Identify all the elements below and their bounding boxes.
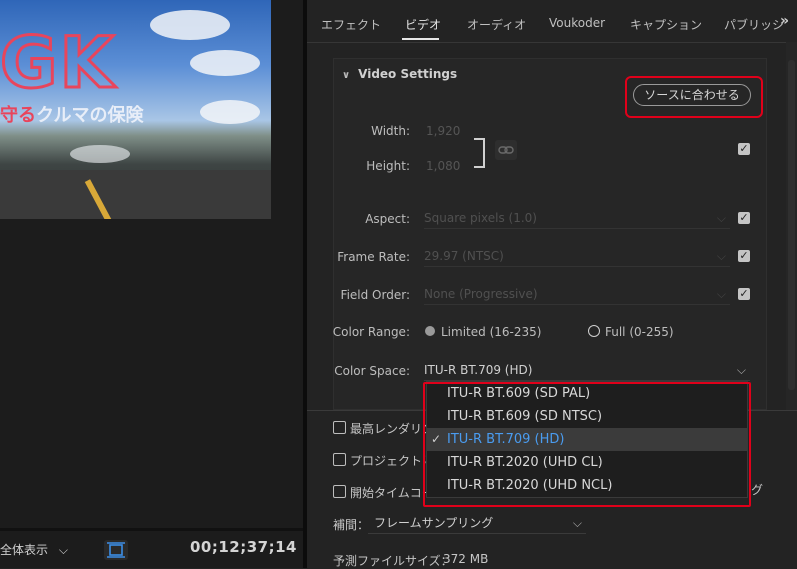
preview-caption-rest: クルマの保険 (36, 105, 144, 126)
trailing-label-suffix: グ (751, 483, 764, 497)
height-label: Height: (366, 159, 410, 173)
video-preview: GK 守るクルマの保険 (0, 0, 271, 219)
color-space-select[interactable]: ITU-R BT.709 (HD) ⌵ (424, 360, 750, 381)
preview-caption-red: 守る (0, 105, 36, 126)
aspect-value: Square pixels (1.0) (424, 211, 537, 225)
field-order-label: Field Order: (340, 288, 410, 302)
chevron-down-icon: ⌵ (716, 287, 726, 301)
video-settings-title: Video Settings (358, 67, 458, 81)
collapse-chevron-icon[interactable]: ∨ (342, 70, 350, 81)
start-timecode-label: 開始タイムコー (350, 486, 434, 500)
tab-voukoder[interactable]: Voukoder (549, 16, 605, 30)
interpolation-label: 補間： (333, 518, 370, 532)
width-label: Width: (371, 124, 410, 138)
chevron-down-icon: ⌵ (736, 363, 746, 377)
color-space-label: Color Space: (334, 364, 410, 378)
tab-captions[interactable]: キャプション (630, 16, 702, 33)
dimensions-match-checkbox[interactable]: ✓ (738, 143, 750, 155)
max-render-quality-label: 最高レンダリン (350, 422, 435, 436)
playhead-timecode[interactable]: 00;12;37;14 (190, 538, 297, 556)
chevron-down-icon: ⌵ (716, 249, 726, 263)
project-label: プロジェクトに (350, 454, 435, 468)
more-tabs-icon[interactable]: » (780, 13, 789, 29)
height-value[interactable]: 1,080 (426, 159, 460, 173)
field-order-select[interactable]: None (Progressive) ⌵ (424, 284, 730, 305)
frame-rate-match-checkbox[interactable]: ✓ (738, 250, 750, 262)
max-render-quality-checkbox[interactable] (333, 421, 346, 434)
field-order-match-checkbox[interactable]: ✓ (738, 288, 750, 300)
chevron-down-icon: ⌵ (58, 543, 68, 557)
field-order-value: None (Progressive) (424, 287, 538, 301)
frame-rate-select[interactable]: 29.97 (NTSC) ⌵ (424, 246, 730, 267)
width-value[interactable]: 1,920 (426, 124, 460, 138)
preview-caption: 守るクルマの保険 (0, 101, 143, 127)
zoom-select-label: 全体表示 (0, 543, 49, 557)
road-image (0, 170, 271, 219)
color-range-full-label: Full (0-255) (605, 325, 674, 339)
interpolation-value: フレームサンプリング (374, 516, 494, 530)
highlight-box-match-source (625, 76, 763, 118)
dimension-link-bracket (474, 138, 485, 168)
aspect-match-checkbox[interactable]: ✓ (738, 212, 750, 224)
color-range-limited-radio[interactable] (425, 326, 435, 336)
preview-divider (0, 528, 303, 531)
highlight-box-color-space-options (423, 382, 751, 507)
aspect-select[interactable]: Square pixels (1.0) ⌵ (424, 208, 730, 229)
frame-rate-label: Frame Rate: (337, 250, 410, 264)
tab-video[interactable]: ビデオ (405, 16, 441, 33)
estimated-file-size-label: 予測ファイルサイズ： (333, 554, 453, 568)
project-checkbox[interactable] (333, 453, 346, 466)
tab-effects[interactable]: エフェクト (321, 16, 381, 33)
chevron-down-icon: ⌵ (716, 211, 726, 225)
estimated-file-size-value: 372 MB (443, 552, 489, 566)
color-space-value: ITU-R BT.709 (HD) (424, 363, 533, 377)
link-icon[interactable] (495, 140, 517, 160)
gk-logo: GK (0, 22, 116, 104)
chevron-down-icon: ⌵ (572, 516, 582, 530)
tab-publish[interactable]: パブリッシ... (724, 16, 784, 33)
color-range-limited-label: Limited (16-235) (441, 325, 542, 339)
tab-audio[interactable]: オーディオ (467, 16, 526, 33)
interpolation-select[interactable]: フレームサンプリング ⌵ (368, 513, 586, 534)
active-tab-indicator (402, 38, 439, 40)
video-settings-header[interactable]: ∨ Video Settings (342, 67, 457, 81)
scrollbar-thumb[interactable] (788, 60, 795, 390)
fit-frame-icon[interactable] (104, 540, 128, 560)
aspect-label: Aspect: (365, 212, 410, 226)
start-timecode-checkbox[interactable] (333, 485, 346, 498)
color-range-full-radio[interactable] (588, 325, 600, 337)
zoom-select[interactable]: 全体表示 ⌵ (0, 540, 72, 560)
color-range-label: Color Range: (332, 325, 410, 339)
frame-rate-value: 29.97 (NTSC) (424, 249, 504, 263)
